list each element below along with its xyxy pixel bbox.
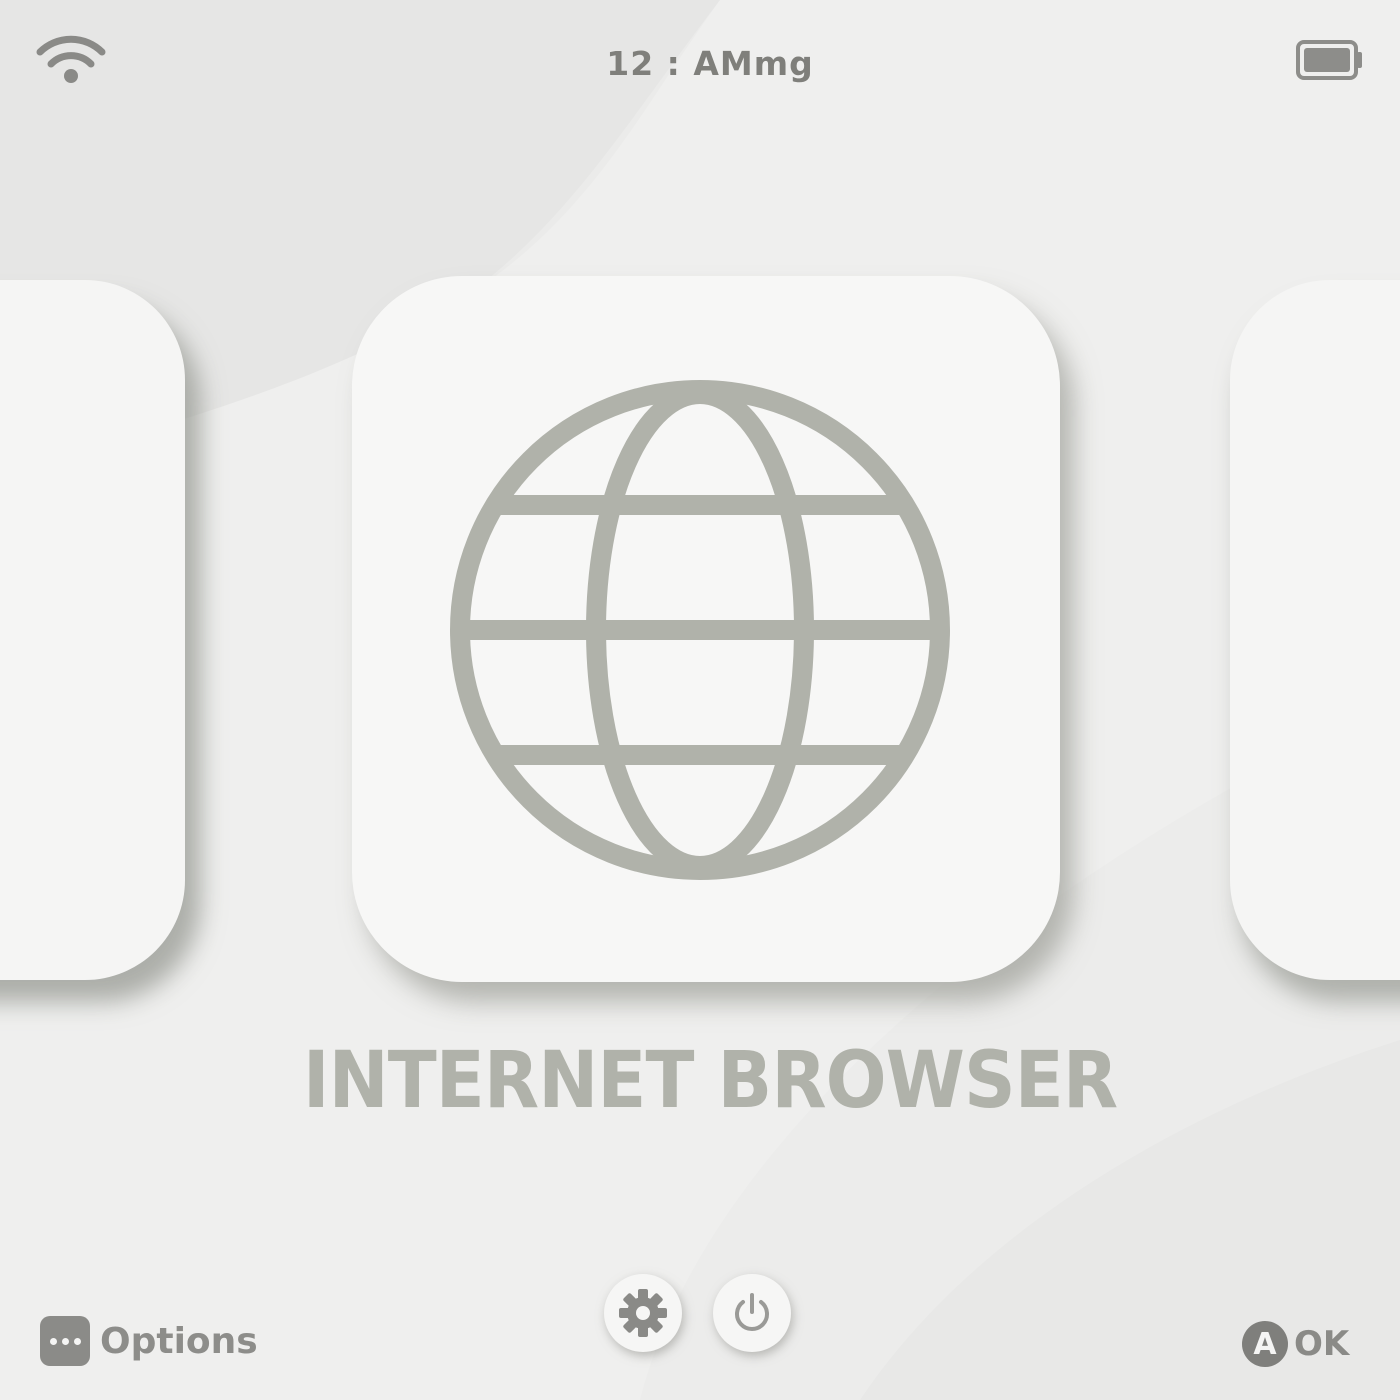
globe-icon [450,380,950,880]
ok-label: OK [1294,1324,1350,1364]
app-tile-next[interactable] [1230,280,1400,980]
power-button[interactable] [713,1274,791,1352]
app-tile-previous[interactable] [0,280,185,980]
a-button-icon: A [1242,1321,1288,1367]
options-label: Options [100,1320,258,1362]
app-tile-internet-browser[interactable] [352,276,1060,982]
clock-text: 12 : AMmg [606,44,814,83]
ellipsis-icon [40,1316,90,1366]
selected-app-title: INTERNET BROWSER [302,1036,1118,1126]
settings-button[interactable] [604,1274,682,1352]
home-screen: 12 : AMmg INTERNET BROWSER Options A OK [0,0,1400,1400]
ellipsis-dot [61,1337,69,1345]
battery-icon [1296,40,1362,80]
options-button[interactable]: Options [40,1314,258,1368]
power-icon [735,1293,769,1331]
ellipsis-dot [49,1337,57,1345]
gear-icon [619,1289,667,1337]
ellipsis-dot [73,1337,81,1345]
confirm-button[interactable]: A OK [1242,1320,1349,1368]
